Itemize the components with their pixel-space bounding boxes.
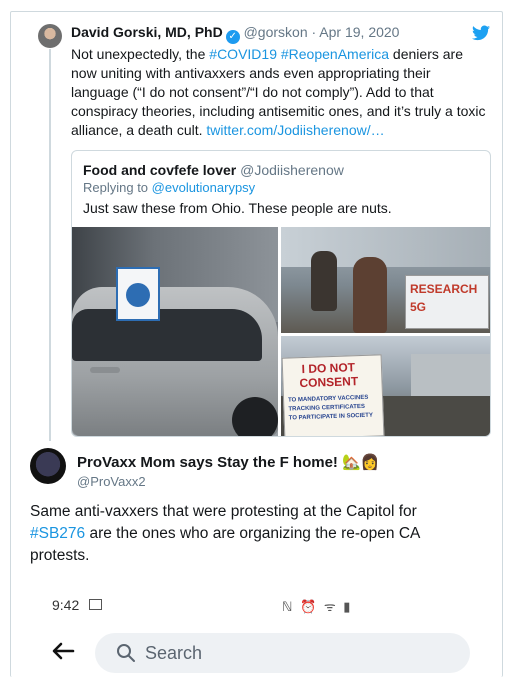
quoted-tweet[interactable]: Food and covfefe lover @Jodiisherenow Re…	[71, 150, 491, 437]
provaxx-avatar[interactable]	[30, 448, 66, 484]
provaxx-tweet-text: Same anti-vaxxers that were protesting a…	[30, 501, 460, 567]
protester-figure	[311, 251, 337, 311]
quoted-tweet-header: Food and covfefe lover @Jodiisherenow	[83, 162, 344, 178]
author-avatar[interactable]	[38, 24, 62, 48]
author-name[interactable]: David Gorski, MD, PhD	[71, 24, 223, 40]
sign-emblem	[126, 283, 150, 307]
tweet-date[interactable]: · Apr 19, 2020	[312, 24, 400, 40]
protest-sign	[116, 267, 160, 321]
status-icons: ℕ ⏰ ᯤ ▮	[282, 599, 353, 614]
hashtag-sb276[interactable]: #SB276	[30, 525, 85, 542]
twitter-bird-icon[interactable]	[472, 25, 490, 41]
research-5g-sign: RESEARCH 5G	[405, 275, 489, 329]
door-handle	[90, 367, 120, 373]
gallery-icon	[89, 599, 103, 610]
photo-van-protest[interactable]	[72, 227, 278, 436]
protester-figure	[353, 257, 387, 333]
search-icon	[117, 644, 135, 662]
research-5g-sign-text: RESEARCH 5G	[410, 282, 478, 314]
provaxx-handle[interactable]: @ProVaxx2	[77, 474, 146, 489]
author-handle[interactable]: @gorskon	[244, 24, 308, 40]
clock: 9:42	[52, 597, 80, 613]
tweet-text-part: are the ones who are organizing the re-o…	[30, 525, 420, 564]
hashtag-covid19[interactable]: #COVID19	[209, 46, 277, 62]
hashtag-reopenamerica[interactable]: #ReopenAmerica	[281, 46, 389, 62]
search-placeholder: Search	[145, 643, 203, 663]
provaxx-name[interactable]: ProVaxx Mom says Stay the F home! 🏡👩	[77, 453, 379, 471]
thread-connector	[49, 49, 51, 441]
tweet-text-part: Same anti-vaxxers that were protesting a…	[30, 503, 417, 520]
tweet-text: Not unexpectedly, the #COVID19 #ReopenAm…	[71, 45, 491, 140]
i-do-not-consent-sign: I DO NOT CONSENT TO MANDATORY VACCINES T…	[281, 354, 385, 436]
replying-prefix: Replying to	[83, 180, 152, 195]
replying-handle[interactable]: @evolutionarypsy	[152, 180, 256, 195]
photo-5g-protest[interactable]: RESEARCH 5G	[281, 227, 490, 333]
van-wheel	[232, 397, 278, 436]
back-arrow-icon[interactable]	[51, 641, 75, 661]
quoted-tweet-text: Just saw these from Ohio. These people a…	[83, 200, 392, 216]
tweet-text-part: Not unexpectedly, the	[71, 46, 210, 62]
quoted-author-handle: @Jodiisherenow	[240, 162, 344, 178]
consent-sign-text: I DO NOT CONSENT	[299, 360, 359, 391]
consent-sign-small-text: TO MANDATORY VACCINES TRACKING CERTIFICA…	[287, 394, 374, 422]
quoted-author-name: Food and covfefe lover	[83, 162, 237, 178]
replying-to: Replying to @evolutionarypsy	[83, 180, 255, 195]
verified-badge-icon: ✓	[225, 30, 240, 44]
tweet-header: David Gorski, MD, PhD ✓ @gorskon · Apr 19…	[71, 24, 399, 44]
tweet-link[interactable]: twitter.com/Jodiisherenow/…	[206, 122, 384, 138]
search-bar[interactable]: Search	[95, 633, 470, 673]
status-time: 9:42	[52, 597, 103, 613]
photo-consent-protest[interactable]: I DO NOT CONSENT TO MANDATORY VACCINES T…	[281, 336, 490, 436]
van-window	[72, 309, 262, 361]
